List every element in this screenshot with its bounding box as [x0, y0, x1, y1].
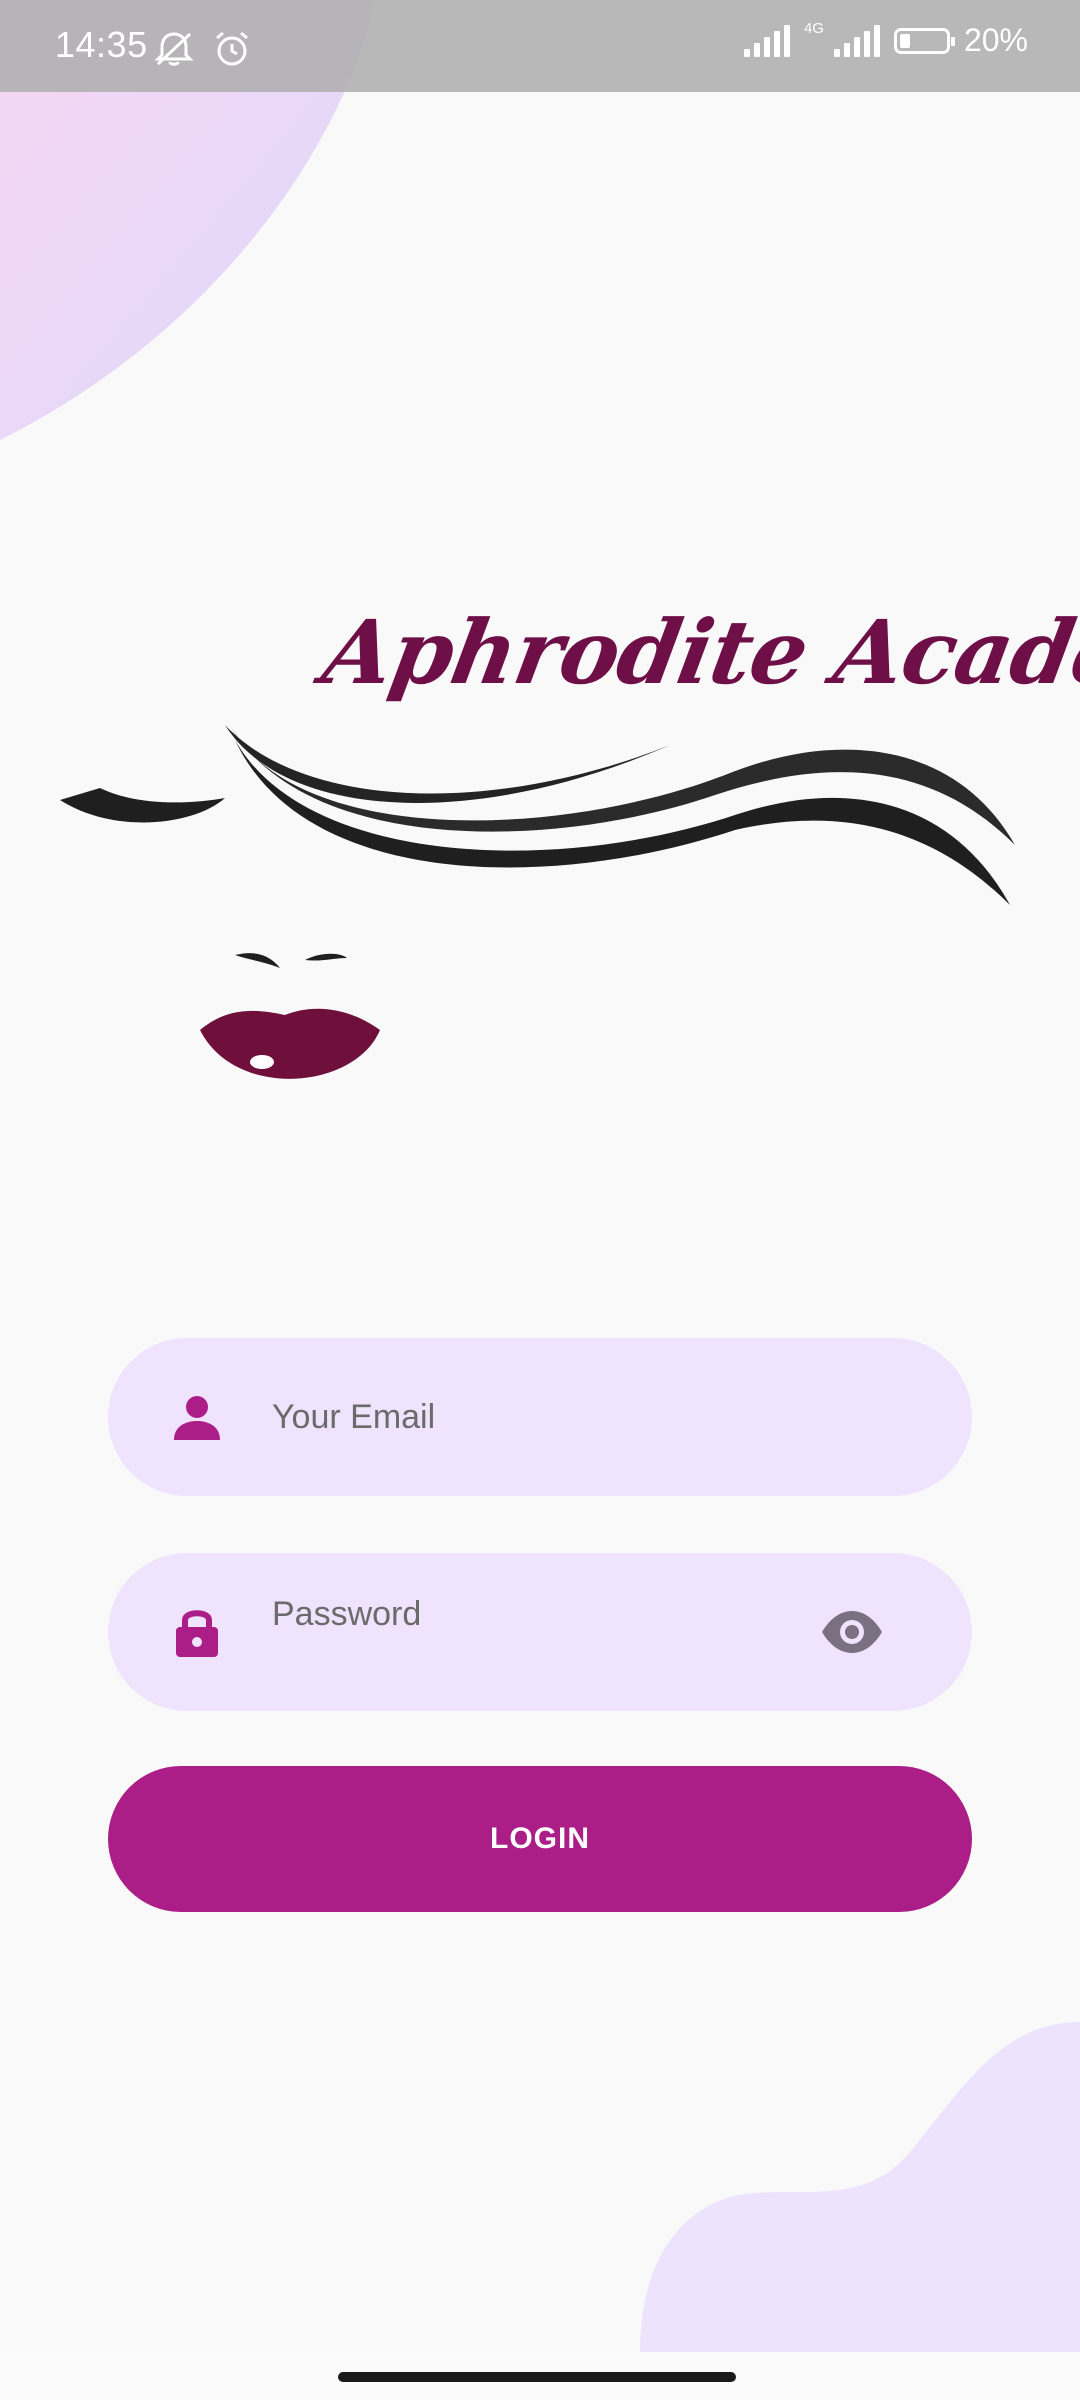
signal-4g-icon — [833, 24, 880, 57]
email-field[interactable] — [108, 1338, 972, 1496]
battery-percent: 20% — [963, 22, 1028, 58]
academy-logo: Aphrodite Academy — [55, 590, 1080, 1100]
login-button[interactable]: LOGIN — [108, 1766, 972, 1912]
bottom-right-decoration — [640, 2022, 1080, 2352]
status-time: 14:35 — [55, 24, 148, 65]
lock-icon — [176, 1610, 218, 1657]
signal-icon — [743, 24, 790, 57]
home-indicator[interactable] — [338, 2372, 736, 2382]
status-bar: 14:35 4G 20% — [0, 0, 1080, 92]
email-input[interactable] — [272, 1338, 872, 1496]
network-type: 4G — [803, 20, 824, 37]
eye-icon[interactable] — [820, 1609, 884, 1655]
battery-icon — [893, 27, 955, 54]
alarm-icon — [216, 31, 248, 66]
navigation-bar — [0, 2352, 1080, 2400]
logo-title: Aphrodite Academy — [315, 600, 1080, 704]
mute-notifications-icon — [154, 32, 194, 66]
password-input[interactable] — [272, 1535, 872, 1693]
password-field[interactable] — [108, 1535, 972, 1711]
person-icon — [174, 1396, 220, 1440]
